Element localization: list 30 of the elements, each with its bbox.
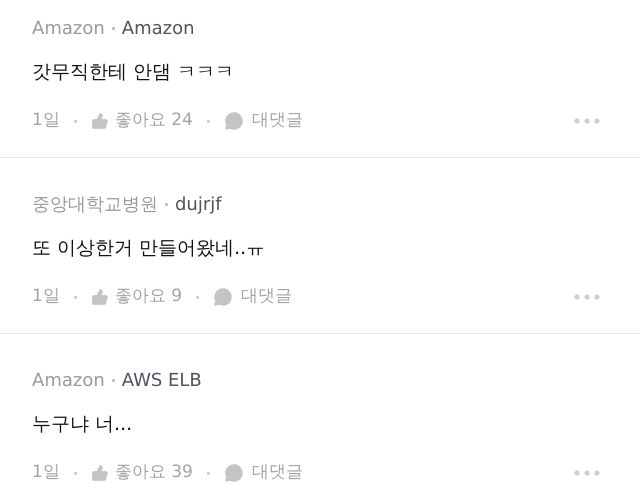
reply-button[interactable]: 대댓글	[213, 284, 292, 310]
more-icon	[574, 470, 600, 476]
more-button[interactable]	[574, 116, 600, 126]
comment-time: 1일	[32, 285, 60, 308]
more-button[interactable]	[574, 468, 600, 478]
thumbs-up-icon	[90, 288, 109, 306]
reply-button[interactable]: 대댓글	[224, 460, 303, 486]
comment-time: 1일	[32, 109, 60, 132]
comment-time: 1일	[32, 461, 60, 484]
more-button[interactable]	[574, 292, 600, 302]
more-icon	[574, 118, 600, 124]
thumbs-up-icon	[90, 464, 109, 482]
thumbs-up-icon	[90, 112, 109, 130]
like-button[interactable]: 좋아요 9	[90, 284, 182, 310]
author-name[interactable]: dujrjf	[175, 190, 222, 218]
comment-text: 누구냐 너...	[32, 412, 134, 437]
organization-name: 중앙대학교병원	[32, 192, 158, 216]
reply-button[interactable]: 대댓글	[224, 108, 303, 134]
author-name[interactable]: AWS ELB	[122, 366, 202, 394]
organization-name: Amazon	[32, 368, 105, 392]
organization-name: Amazon	[32, 16, 105, 40]
comment-text: 또 이상한거 만들어왔네..ㅠ	[32, 236, 266, 261]
comment-text: 갓무직한테 안댐 ㅋㅋㅋ	[32, 60, 236, 85]
like-button[interactable]: 좋아요 24	[90, 108, 193, 134]
like-button[interactable]: 좋아요 39	[90, 460, 193, 486]
author-name[interactable]: Amazon	[122, 14, 194, 42]
speech-bubble-icon	[213, 287, 234, 307]
speech-bubble-icon	[224, 463, 244, 483]
speech-bubble-icon	[224, 111, 244, 131]
more-icon	[574, 294, 600, 300]
